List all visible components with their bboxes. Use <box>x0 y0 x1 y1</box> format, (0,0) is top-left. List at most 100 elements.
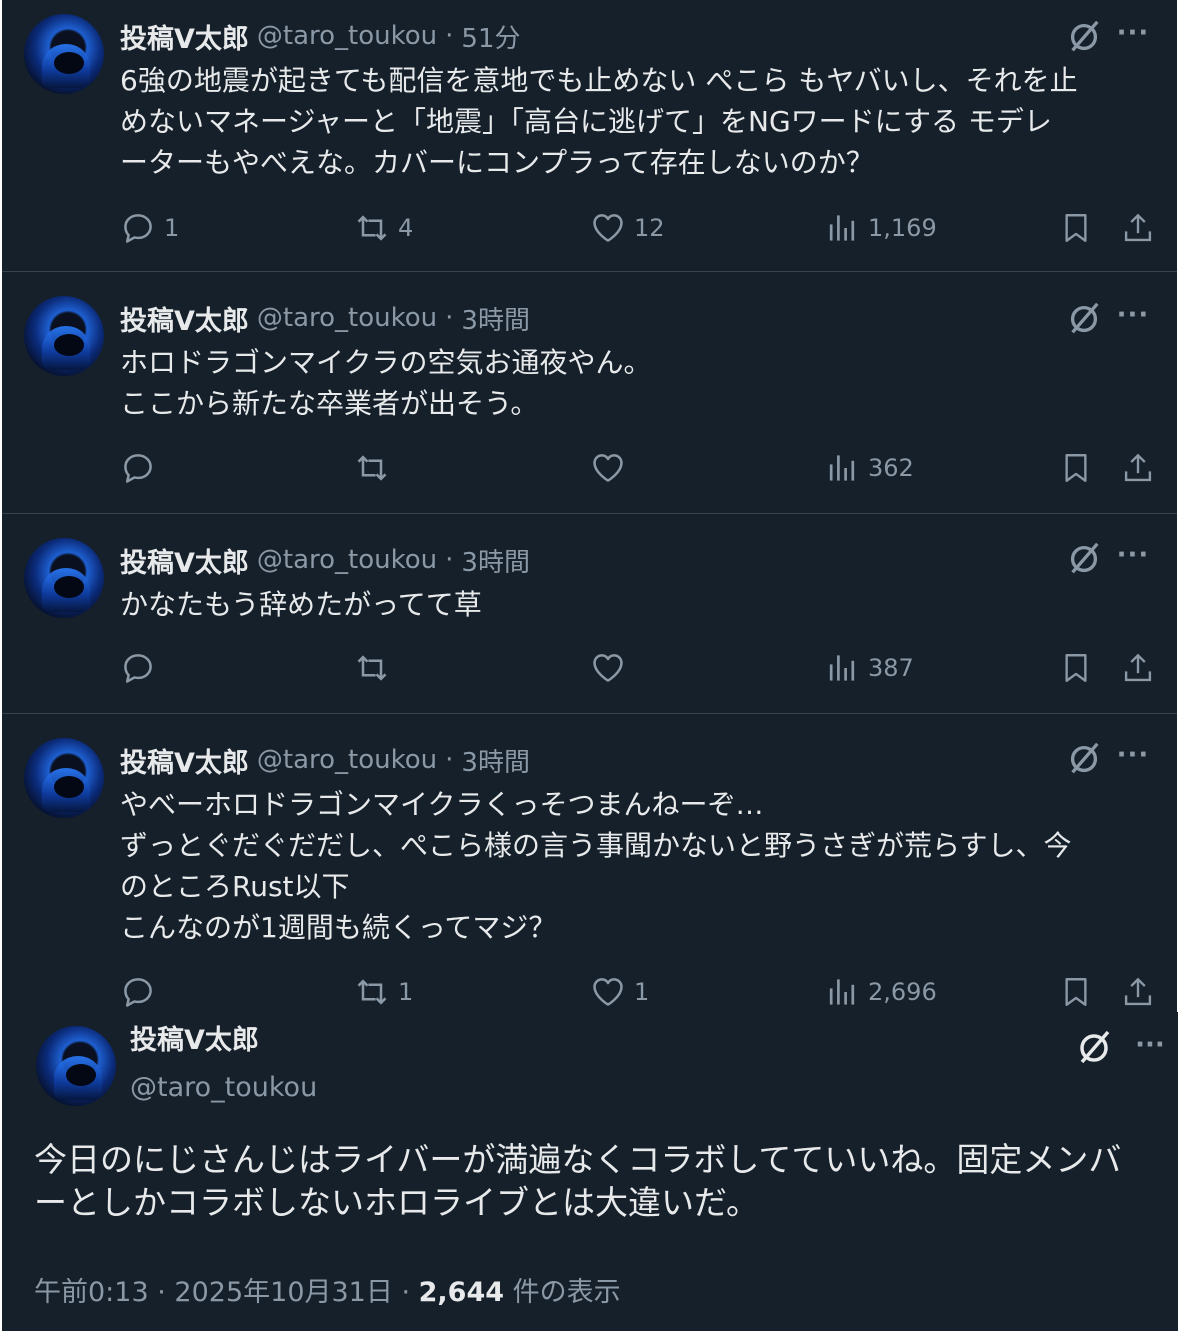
post-line: のところRust以下 <box>120 870 350 903</box>
grok-icon[interactable] <box>1065 18 1103 56</box>
like-button[interactable] <box>590 648 634 688</box>
like-count: 1 <box>634 978 650 1006</box>
handle[interactable]: @taro_toukou <box>257 303 437 333</box>
grok-icon[interactable] <box>1065 740 1103 778</box>
post-date[interactable]: 2025年10月31日 <box>174 1277 392 1308</box>
more-icon[interactable]: ··· <box>1130 1030 1170 1066</box>
display-name[interactable]: 投稿V太郎 <box>130 1025 259 1056</box>
share-button[interactable] <box>1118 972 1158 1012</box>
post-text: かなたもう辞めたがってて草 <box>120 584 1150 625</box>
post-metadata: 午前0:13 · 2025年10月31日 · 2,644 件の表示 <box>34 1270 621 1309</box>
post-time[interactable]: 3時間 <box>461 542 530 579</box>
post-line: めないマネージャーと「地震」「高台に逃げて」をNGワードにする モデレ <box>120 105 1052 138</box>
avatar[interactable] <box>24 296 104 376</box>
more-icon[interactable]: ··· <box>1115 740 1151 776</box>
post-line: ここから新たな卒業者が出そう。 <box>120 387 539 420</box>
bookmark-icon <box>1065 454 1087 482</box>
views-button[interactable]: 387 <box>824 648 914 688</box>
post-line: やべーホロドラゴンマイクラくっそつまんねーぞ… <box>120 788 764 821</box>
views-button[interactable]: 2,696 <box>824 972 937 1012</box>
like-button[interactable] <box>590 448 634 488</box>
bookmark-button[interactable] <box>1056 448 1096 488</box>
views-count: 2,696 <box>868 978 937 1006</box>
repost-button[interactable] <box>354 448 398 488</box>
views-icon <box>829 455 855 481</box>
avatar[interactable] <box>36 1026 116 1106</box>
like-icon <box>593 214 623 242</box>
views-button[interactable]: 1,169 <box>824 208 937 248</box>
views-icon <box>829 215 855 241</box>
views-label: 件の表示 <box>512 1277 621 1308</box>
post-text: ホロドラゴンマイクラの空気お通夜やん。 ここから新たな卒業者が出そう。 <box>120 342 1150 424</box>
like-button[interactable]: 12 <box>590 208 665 248</box>
post-header: 投稿V太郎 @taro_toukou · 3時間 <box>120 298 530 338</box>
reply-button[interactable] <box>120 972 164 1012</box>
post[interactable]: 投稿V太郎 @taro_toukou · 3時間 ··· ホロドラゴンマイクラの… <box>2 272 1177 514</box>
views-icon <box>829 979 855 1005</box>
action-bar: 1 4 12 1,169 <box>2 208 1177 248</box>
main-handle[interactable]: @taro_toukou <box>130 1072 317 1103</box>
post-time[interactable]: 51分 <box>461 18 520 55</box>
handle[interactable]: @taro_toukou <box>257 745 437 775</box>
post-time[interactable]: 午前0:13 <box>34 1277 149 1308</box>
reply-button[interactable] <box>120 648 164 688</box>
post[interactable]: 投稿V太郎 @taro_toukou · 3時間 ··· やべーホロドラゴンマイ… <box>2 714 1177 1012</box>
handle[interactable]: @taro_toukou <box>257 545 437 575</box>
post-header: 投稿V太郎 @taro_toukou · 3時間 <box>120 740 530 780</box>
grok-icon[interactable] <box>1065 540 1103 578</box>
reply-button[interactable]: 1 <box>120 208 179 248</box>
grok-icon[interactable] <box>1065 300 1103 338</box>
views-count[interactable]: 2,644 <box>419 1277 504 1308</box>
repost-button[interactable]: 1 <box>354 972 413 1012</box>
more-icon[interactable]: ··· <box>1115 18 1151 54</box>
reply-count: 1 <box>164 214 180 242</box>
avatar[interactable] <box>24 538 104 618</box>
repost-button[interactable] <box>354 648 398 688</box>
views-count: 362 <box>868 454 914 482</box>
avatar[interactable] <box>24 738 104 818</box>
display-name[interactable]: 投稿V太郎 <box>120 17 249 56</box>
post-time[interactable]: 3時間 <box>461 300 530 337</box>
reply-icon <box>124 978 152 1007</box>
more-icon[interactable]: ··· <box>1115 300 1151 336</box>
main-display-name[interactable]: 投稿V太郎 <box>130 1018 259 1057</box>
display-name[interactable]: 投稿V太郎 <box>120 741 249 780</box>
like-button[interactable]: 1 <box>590 972 649 1012</box>
like-icon <box>593 978 623 1006</box>
dot-separator: · <box>445 545 454 575</box>
grok-icon[interactable] <box>1074 1028 1114 1068</box>
post-time[interactable]: 3時間 <box>461 742 530 779</box>
handle[interactable]: @taro_toukou <box>257 21 437 51</box>
post-line: ずっとぐだぐだだし、ぺこら様の言う事聞かないと野うさぎが荒らすし、今 <box>120 829 1072 862</box>
display-name[interactable]: 投稿V太郎 <box>120 299 249 338</box>
bookmark-button[interactable] <box>1056 972 1096 1012</box>
post-line: こんなのが1週間も続くってマジ？ <box>120 911 557 944</box>
post-line: ーとしかコラボしないホロライブとは大違いだ。 <box>34 1183 760 1222</box>
post-header: 投稿V太郎 @taro_toukou · 3時間 <box>120 540 530 580</box>
share-button[interactable] <box>1118 448 1158 488</box>
post[interactable]: 投稿V太郎 @taro_toukou · 51分 ··· 6強の地震が起きても配… <box>2 0 1177 272</box>
share-button[interactable] <box>1118 648 1158 688</box>
bookmark-button[interactable] <box>1056 648 1096 688</box>
like-icon <box>593 454 623 482</box>
more-icon[interactable]: ··· <box>1115 540 1151 576</box>
repost-button[interactable]: 4 <box>354 208 413 248</box>
share-button[interactable] <box>1118 208 1158 248</box>
repost-icon <box>357 979 387 1005</box>
reply-icon <box>124 214 152 243</box>
post[interactable]: 投稿V太郎 @taro_toukou · 3時間 ··· かなたもう辞めたがって… <box>2 514 1177 714</box>
bookmark-icon <box>1065 214 1087 242</box>
reply-button[interactable] <box>120 448 164 488</box>
bookmark-button[interactable] <box>1056 208 1096 248</box>
views-button[interactable]: 362 <box>824 448 914 488</box>
action-bar: 387 <box>2 648 1177 688</box>
share-icon <box>1124 453 1152 482</box>
reply-icon <box>124 654 152 683</box>
dot-separator: · <box>401 1277 411 1308</box>
views-count: 387 <box>868 654 914 682</box>
post-text: やべーホロドラゴンマイクラくっそつまんねーぞ… ずっとぐだぐだだし、ぺこら様の言… <box>120 784 1150 948</box>
share-icon <box>1124 213 1152 242</box>
avatar[interactable] <box>24 14 104 94</box>
display-name[interactable]: 投稿V太郎 <box>120 541 249 580</box>
dot-separator: · <box>157 1277 166 1308</box>
